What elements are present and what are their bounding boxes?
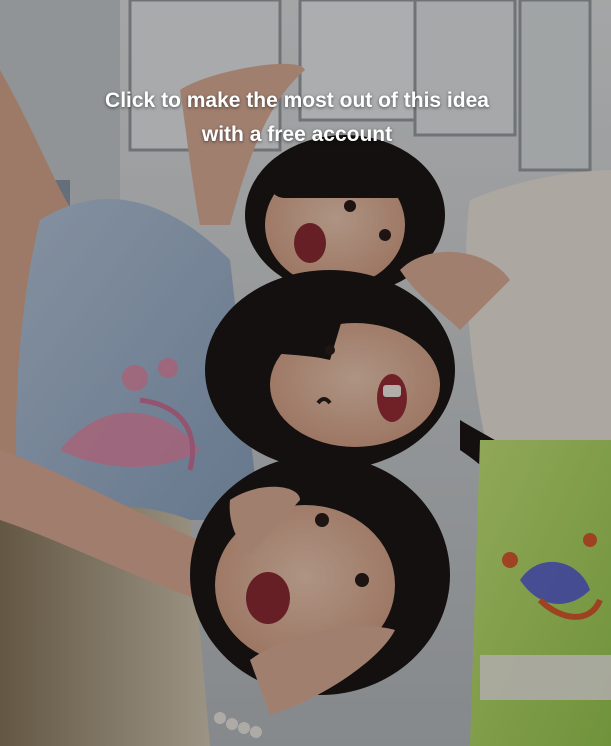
signup-prompt[interactable]: Click to make the most out of this idea …	[105, 84, 489, 152]
pin-card[interactable]: Click to make the most out of this idea …	[0, 0, 611, 746]
